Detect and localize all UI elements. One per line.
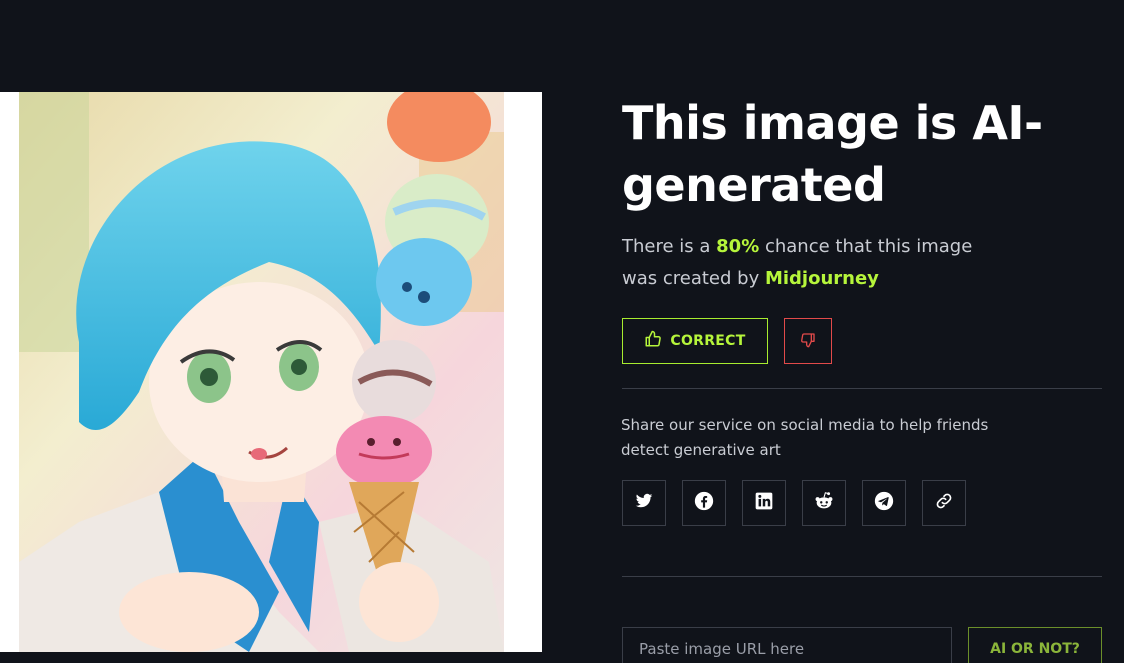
reddit-icon xyxy=(813,490,835,516)
link-icon xyxy=(934,491,954,515)
share-linkedin-button[interactable] xyxy=(742,480,786,526)
ai-or-not-button[interactable]: AI OR NOT? xyxy=(968,627,1102,663)
telegram-icon xyxy=(874,491,894,515)
facebook-icon xyxy=(694,491,714,515)
correct-button[interactable]: CORRECT xyxy=(622,318,768,364)
share-buttons xyxy=(622,480,966,526)
result-title: This image is AI-generated xyxy=(622,96,1043,212)
share-reddit-button[interactable] xyxy=(802,480,846,526)
generator-name: Midjourney xyxy=(764,268,879,289)
thumbs-up-icon xyxy=(644,330,662,352)
analyzed-image xyxy=(19,92,504,652)
twitter-icon xyxy=(635,492,653,514)
result-description: There is a 80% chance that this image wa… xyxy=(622,231,1042,295)
incorrect-button[interactable] xyxy=(784,318,832,364)
share-telegram-button[interactable] xyxy=(862,480,906,526)
generator-prefix: was created by xyxy=(622,268,765,289)
correct-button-label: CORRECT xyxy=(670,333,746,349)
result-text-prefix: There is a xyxy=(622,236,717,257)
analyzed-image-panel xyxy=(0,92,542,652)
thumbs-down-icon xyxy=(800,332,816,351)
share-description: Share our service on social media to hel… xyxy=(621,416,989,459)
section-divider xyxy=(622,576,1102,577)
share-twitter-button[interactable] xyxy=(622,480,666,526)
result-text-suffix: chance that this image xyxy=(759,236,973,257)
share-facebook-button[interactable] xyxy=(682,480,726,526)
probability-value: 80% xyxy=(716,236,760,257)
image-url-input[interactable] xyxy=(622,627,952,663)
section-divider xyxy=(622,388,1102,389)
linkedin-icon xyxy=(754,491,774,515)
page: This image is AI-generated There is a 80… xyxy=(0,0,1124,663)
copy-link-button[interactable] xyxy=(922,480,966,526)
